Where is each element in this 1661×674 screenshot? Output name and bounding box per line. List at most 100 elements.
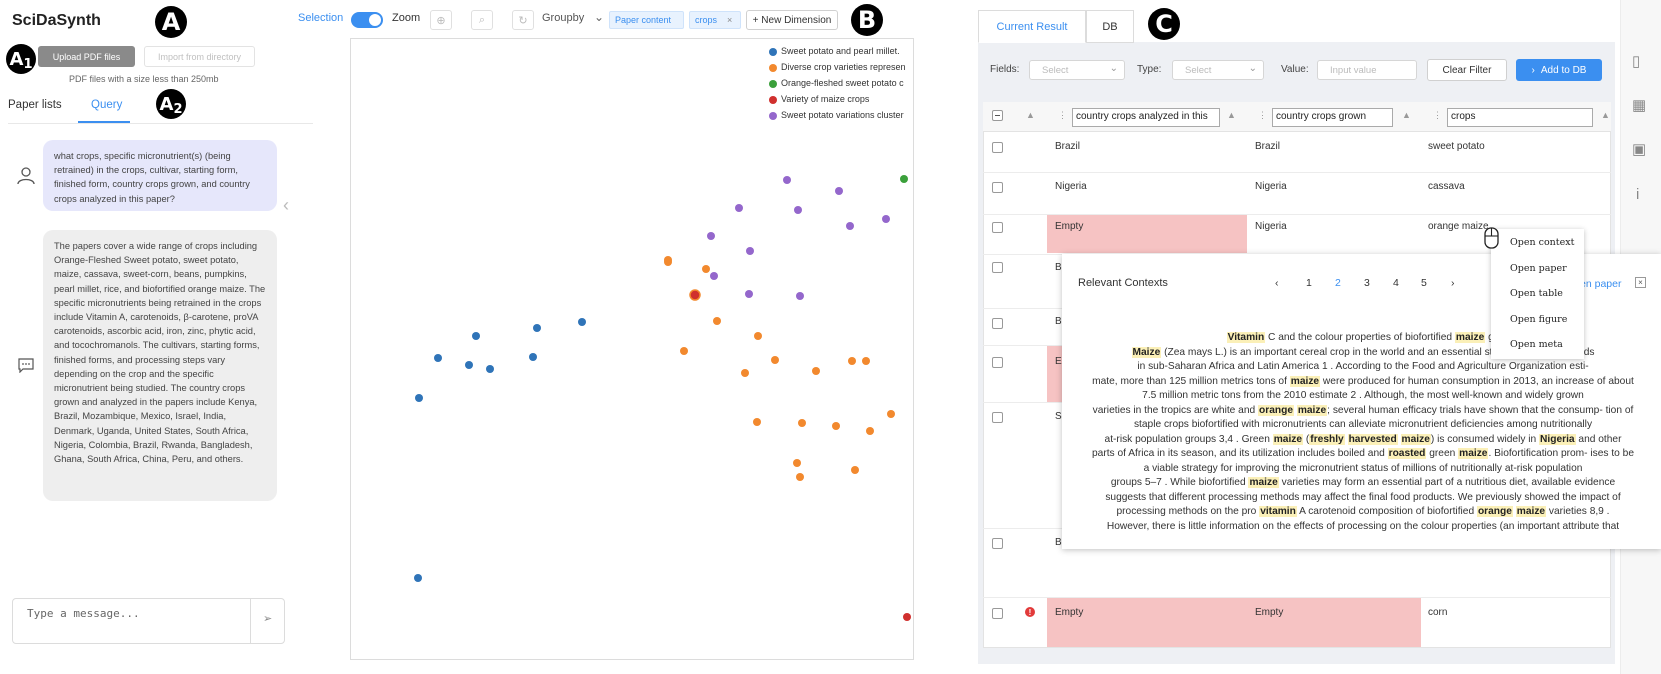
scatter-point[interactable] bbox=[846, 222, 854, 230]
column-header-country-grown[interactable]: country crops grown bbox=[1272, 108, 1393, 127]
row-checkbox[interactable] bbox=[992, 142, 1003, 153]
import-directory-button[interactable]: Import from directory bbox=[144, 46, 255, 67]
zoom-in-icon[interactable]: ⊕ bbox=[430, 10, 452, 30]
fields-select[interactable]: Select ⌄ bbox=[1029, 60, 1125, 80]
next-page-icon[interactable]: › bbox=[1451, 277, 1455, 289]
table-icon[interactable]: ▦ bbox=[1632, 96, 1646, 114]
sort-icon[interactable]: ▲ bbox=[1402, 110, 1411, 120]
row-checkbox[interactable] bbox=[992, 182, 1003, 193]
scatter-point[interactable] bbox=[465, 361, 473, 369]
scatter-point[interactable] bbox=[882, 215, 890, 223]
scatter-point[interactable] bbox=[533, 324, 541, 332]
page-3[interactable]: 3 bbox=[1364, 277, 1370, 289]
menu-open-paper[interactable]: Open paper bbox=[1510, 263, 1567, 274]
row-checkbox[interactable] bbox=[992, 318, 1003, 329]
scatter-point[interactable] bbox=[903, 613, 911, 621]
menu-open-meta[interactable]: Open meta bbox=[1510, 339, 1563, 350]
image-icon[interactable]: ▣ bbox=[1632, 140, 1646, 158]
column-menu-icon[interactable]: ⋮ bbox=[1433, 110, 1442, 121]
scatter-point[interactable] bbox=[707, 232, 715, 240]
warning-icon[interactable]: ! bbox=[1025, 607, 1035, 617]
add-to-db-button[interactable]: › Add to DB bbox=[1516, 59, 1602, 81]
clear-filter-button[interactable]: Clear Filter bbox=[1427, 59, 1507, 81]
page-1[interactable]: 1 bbox=[1306, 277, 1312, 289]
scatter-point[interactable] bbox=[794, 206, 802, 214]
value-input[interactable]: Input value bbox=[1317, 60, 1417, 80]
column-menu-icon[interactable]: ⋮ bbox=[1058, 110, 1067, 121]
menu-open-context[interactable]: Open context bbox=[1510, 237, 1574, 248]
column-header-country-analyzed[interactable]: country crops analyzed in this bbox=[1072, 108, 1220, 127]
tab-query[interactable]: Query bbox=[91, 99, 122, 111]
search-icon[interactable]: ⌕ bbox=[471, 10, 493, 30]
scatter-point[interactable] bbox=[529, 353, 537, 361]
scatter-point[interactable] bbox=[754, 332, 762, 340]
scatter-point[interactable] bbox=[783, 176, 791, 184]
scatter-point[interactable] bbox=[796, 473, 804, 481]
sort-icon[interactable]: ▲ bbox=[1227, 110, 1236, 120]
scatter-point[interactable] bbox=[746, 247, 754, 255]
scatter-plot[interactable] bbox=[350, 38, 914, 660]
scatter-point[interactable] bbox=[798, 419, 806, 427]
sort-icon[interactable]: ▲ bbox=[1026, 110, 1035, 120]
type-select[interactable]: Select ⌄ bbox=[1172, 60, 1264, 80]
tag-crops[interactable]: crops × bbox=[689, 11, 741, 29]
selected-scatter-point[interactable] bbox=[689, 289, 701, 301]
scatter-point[interactable] bbox=[434, 354, 442, 362]
scatter-point[interactable] bbox=[486, 365, 494, 373]
row-checkbox[interactable] bbox=[992, 357, 1003, 368]
row-checkbox[interactable] bbox=[992, 608, 1003, 619]
scatter-point[interactable] bbox=[702, 265, 710, 273]
scatter-point[interactable] bbox=[680, 347, 688, 355]
close-icon[interactable]: × bbox=[727, 15, 732, 25]
scatter-point[interactable] bbox=[793, 459, 801, 467]
scatter-point[interactable] bbox=[745, 290, 753, 298]
menu-open-table[interactable]: Open table bbox=[1510, 288, 1563, 299]
scatter-point[interactable] bbox=[664, 258, 672, 266]
new-dimension-button[interactable]: + New Dimension bbox=[746, 10, 838, 30]
select-all-checkbox[interactable] bbox=[992, 110, 1003, 121]
close-icon[interactable]: × bbox=[1635, 277, 1646, 288]
scatter-point[interactable] bbox=[771, 356, 779, 364]
scatter-point[interactable] bbox=[835, 187, 843, 195]
scatter-point[interactable] bbox=[796, 292, 804, 300]
tag-paper-content[interactable]: Paper content bbox=[609, 11, 684, 29]
scatter-point[interactable] bbox=[713, 317, 721, 325]
scatter-point[interactable] bbox=[866, 427, 874, 435]
refresh-icon[interactable]: ↻ bbox=[512, 10, 534, 30]
upload-pdf-button[interactable]: Upload PDF files bbox=[38, 46, 135, 67]
page-2-current[interactable]: 2 bbox=[1335, 277, 1341, 289]
scatter-point[interactable] bbox=[735, 204, 743, 212]
send-icon[interactable]: ➢ bbox=[263, 612, 272, 625]
scatter-point[interactable] bbox=[887, 410, 895, 418]
message-input[interactable] bbox=[12, 598, 285, 644]
pdf-icon[interactable]: ▯ bbox=[1632, 52, 1640, 70]
column-menu-icon[interactable]: ⋮ bbox=[1258, 110, 1267, 121]
scatter-point[interactable] bbox=[753, 418, 761, 426]
row-checkbox[interactable] bbox=[992, 262, 1003, 273]
chevron-down-icon[interactable]: ⌄ bbox=[594, 10, 604, 24]
scatter-point[interactable] bbox=[741, 369, 749, 377]
scatter-point[interactable] bbox=[414, 574, 422, 582]
page-4[interactable]: 4 bbox=[1393, 277, 1399, 289]
column-header-crops[interactable]: crops bbox=[1447, 108, 1593, 127]
tab-current-result[interactable]: Current Result bbox=[978, 10, 1086, 43]
page-5[interactable]: 5 bbox=[1421, 277, 1427, 289]
scatter-point[interactable] bbox=[862, 357, 870, 365]
scatter-point[interactable] bbox=[900, 175, 908, 183]
scatter-point[interactable] bbox=[851, 466, 859, 474]
menu-open-figure[interactable]: Open figure bbox=[1510, 314, 1567, 325]
row-checkbox[interactable] bbox=[992, 412, 1003, 423]
prev-page-icon[interactable]: ‹ bbox=[1275, 277, 1279, 289]
scatter-point[interactable] bbox=[848, 357, 856, 365]
scatter-point[interactable] bbox=[812, 367, 820, 375]
chevron-left-icon[interactable]: ‹ bbox=[283, 195, 289, 216]
scatter-point[interactable] bbox=[710, 272, 718, 280]
scatter-point[interactable] bbox=[415, 394, 423, 402]
row-checkbox[interactable] bbox=[992, 538, 1003, 549]
sort-icon[interactable]: ▲ bbox=[1601, 110, 1610, 120]
scatter-point[interactable] bbox=[472, 332, 480, 340]
tab-db[interactable]: DB bbox=[1086, 10, 1134, 43]
info-icon[interactable]: i bbox=[1636, 186, 1639, 203]
scatter-point[interactable] bbox=[832, 422, 840, 430]
tab-paper-lists[interactable]: Paper lists bbox=[8, 99, 62, 111]
